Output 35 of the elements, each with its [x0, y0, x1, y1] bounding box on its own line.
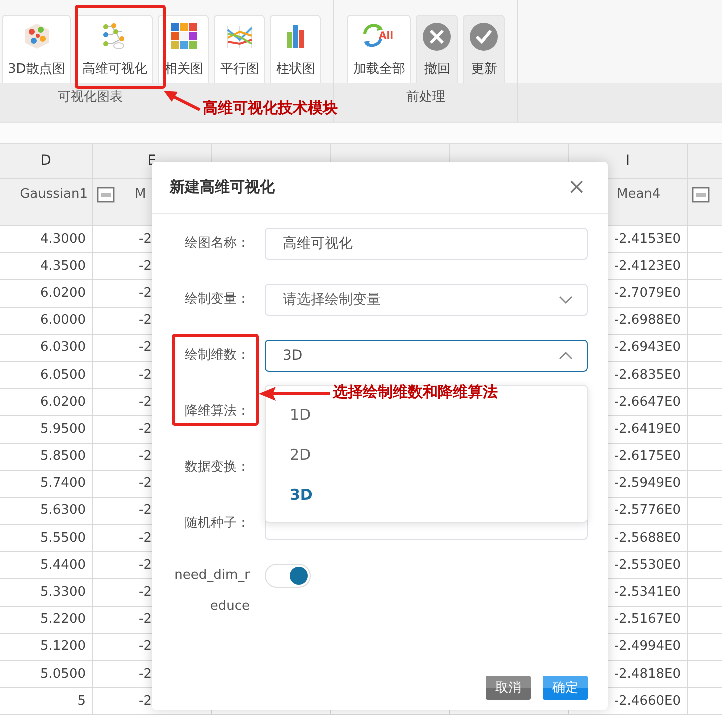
table-cell: 5.3300: [0, 579, 93, 607]
select-field[interactable]: 3D: [265, 340, 588, 372]
close-circle-icon: [422, 22, 452, 52]
table-cell: 4.3500: [0, 253, 93, 280]
chevron-up-icon: [559, 352, 573, 360]
table-cell: 5.0500: [0, 661, 93, 688]
table-cell: 5.7400: [0, 470, 93, 498]
table-cell: 5.5500: [0, 525, 93, 552]
arrow: [162, 90, 202, 112]
table-cell: 5.1200: [0, 634, 93, 661]
table-cell: 5.9500: [0, 416, 93, 444]
column-header: Gaussian1: [20, 187, 88, 202]
table-cell: 5.2200: [0, 606, 93, 634]
column-header: Mean4: [617, 187, 661, 202]
table-cell: 5.8500: [0, 444, 93, 471]
color-grid-icon: [170, 22, 198, 50]
table-cell: 6.0300: [0, 334, 93, 362]
table-cell: 5.4400: [0, 552, 93, 580]
table-cell: 4.3000: [0, 226, 93, 254]
table-cell: 5.6300: [0, 498, 93, 526]
table-cell: 5: [0, 688, 93, 715]
column-header: M: [135, 187, 146, 202]
cancel-button[interactable]: 取消: [486, 676, 531, 700]
scatter-cube-icon: [22, 22, 51, 50]
table-cell: 6.0000: [0, 308, 93, 335]
select-field[interactable]: 请选择绘制变量: [265, 284, 588, 316]
table-cell: 6.0200: [0, 389, 93, 416]
table-cell: 6.0500: [0, 362, 93, 390]
dialog-title: 新建高维可视化: [170, 178, 275, 197]
check-circle-icon: [469, 22, 500, 52]
table-cell: 6.0200: [0, 280, 93, 308]
input-field[interactable]: 高维可视化: [265, 228, 588, 260]
annotation-text: 选择绘制维数和降维算法: [333, 383, 498, 402]
chevron-down-icon: [559, 296, 573, 304]
toggle-switch[interactable]: [265, 564, 311, 588]
